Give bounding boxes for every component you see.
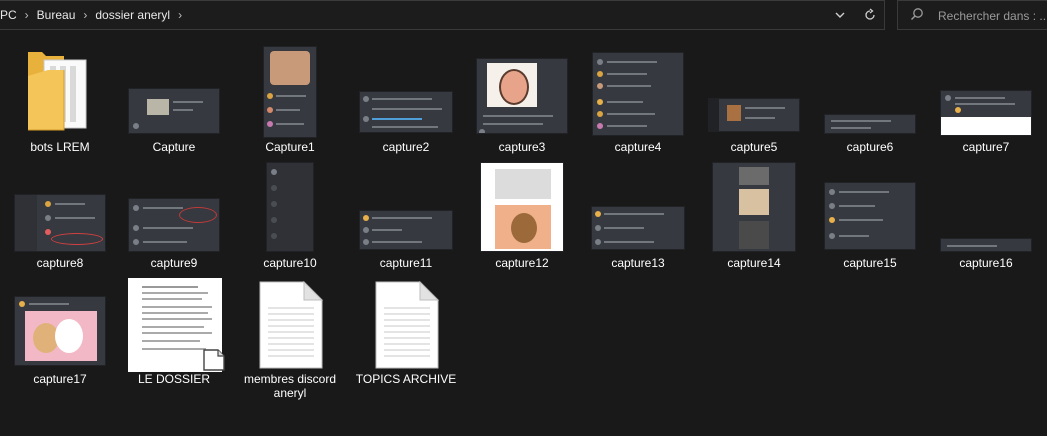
chevron-right-icon[interactable]: ›: [178, 8, 182, 22]
file-item[interactable]: capture5: [698, 46, 810, 164]
file-label: capture9: [150, 256, 198, 270]
image-thumbnail: [4, 162, 116, 254]
document-thumbnail: [118, 278, 230, 372]
file-label: capture12: [495, 256, 549, 270]
refresh-button[interactable]: [858, 1, 882, 29]
image-thumbnail: [466, 46, 578, 138]
file-label: capture7: [962, 140, 1010, 154]
image-thumbnail: [930, 162, 1042, 254]
file-item[interactable]: capture11: [350, 162, 462, 280]
folder-thumbnail: [4, 46, 116, 138]
image-thumbnail: [582, 162, 694, 254]
file-label: bots LREM: [30, 140, 90, 154]
file-label: membres discord aneryl: [243, 372, 337, 400]
document-app-icon: [203, 349, 225, 371]
text-file-thumbnail: [350, 278, 462, 370]
search-icon: [911, 8, 923, 20]
history-dropdown-button[interactable]: [828, 1, 852, 29]
file-item[interactable]: Capture: [118, 46, 230, 164]
folder-icon: [28, 52, 87, 131]
chevron-right-icon: ›: [24, 7, 29, 22]
file-label: capture11: [379, 256, 433, 270]
image-thumbnail: [582, 46, 694, 138]
file-label: capture3: [498, 140, 546, 154]
file-label: capture2: [382, 140, 430, 154]
breadcrumb-bureau[interactable]: Bureau: [37, 8, 76, 22]
file-label: capture14: [727, 256, 781, 270]
image-thumbnail: [234, 162, 346, 254]
image-thumbnail: [118, 46, 230, 138]
image-thumbnail: [698, 46, 810, 138]
image-thumbnail: [814, 162, 926, 254]
image-thumbnail: [814, 46, 926, 138]
breadcrumb-pc[interactable]: PC: [0, 8, 17, 22]
file-label: capture16: [959, 256, 1013, 270]
text-file-icon: [375, 280, 440, 369]
folder-item[interactable]: bots LREM: [4, 46, 116, 164]
file-item[interactable]: capture9: [118, 162, 230, 280]
text-file-icon: [259, 280, 324, 369]
file-item[interactable]: capture8: [4, 162, 116, 280]
text-file-thumbnail: [234, 278, 346, 370]
chevron-down-icon: [835, 12, 845, 18]
image-thumbnail: [234, 46, 346, 138]
file-item[interactable]: capture7: [930, 46, 1042, 164]
file-item[interactable]: capture16: [930, 162, 1042, 280]
file-label: capture17: [33, 372, 87, 386]
search-placeholder: Rechercher dans : ...: [938, 9, 1047, 23]
image-thumbnail: [350, 46, 462, 138]
file-label: capture6: [846, 140, 894, 154]
breadcrumb-dossier[interactable]: dossier aneryl: [95, 8, 170, 22]
file-item[interactable]: capture17: [4, 278, 116, 396]
file-label: LE DOSSIER: [137, 372, 211, 386]
file-label: capture15: [843, 256, 897, 270]
file-label: capture10: [263, 256, 317, 270]
image-thumbnail: [4, 278, 116, 370]
chevron-right-icon: ›: [83, 7, 88, 22]
image-thumbnail: [698, 162, 810, 254]
file-item[interactable]: LE DOSSIER: [118, 278, 230, 396]
file-label: capture5: [730, 140, 778, 154]
image-thumbnail: [350, 162, 462, 254]
file-item[interactable]: capture10: [234, 162, 346, 280]
top-bar: PC › Bureau › dossier aneryl › Rechercher dan…: [0, 0, 1047, 32]
file-label: TOPICS ARCHIVE: [355, 372, 457, 386]
file-item[interactable]: capture6: [814, 46, 926, 164]
refresh-icon: [865, 8, 875, 20]
image-thumbnail: [466, 162, 578, 254]
search-box[interactable]: Rechercher dans : ...: [897, 0, 1047, 30]
file-label: capture8: [36, 256, 84, 270]
file-label: capture13: [611, 256, 665, 270]
file-item[interactable]: Capture1: [234, 46, 346, 164]
file-item[interactable]: capture15: [814, 162, 926, 280]
image-thumbnail: [118, 162, 230, 254]
file-label: Capture: [152, 140, 196, 154]
file-item[interactable]: capture14: [698, 162, 810, 280]
file-item[interactable]: capture3: [466, 46, 578, 164]
file-label: capture4: [614, 140, 662, 154]
file-label: Capture1: [265, 140, 315, 154]
image-thumbnail: [930, 46, 1042, 138]
file-item[interactable]: membres discord aneryl: [234, 278, 346, 400]
breadcrumb: PC › Bureau › dossier aneryl ›: [0, 7, 190, 22]
file-item[interactable]: TOPICS ARCHIVE: [350, 278, 462, 396]
file-item[interactable]: capture4: [582, 46, 694, 164]
file-item[interactable]: capture2: [350, 46, 462, 164]
address-bar[interactable]: PC › Bureau › dossier aneryl ›: [0, 0, 885, 30]
file-item[interactable]: capture13: [582, 162, 694, 280]
file-item[interactable]: capture12: [466, 162, 578, 280]
